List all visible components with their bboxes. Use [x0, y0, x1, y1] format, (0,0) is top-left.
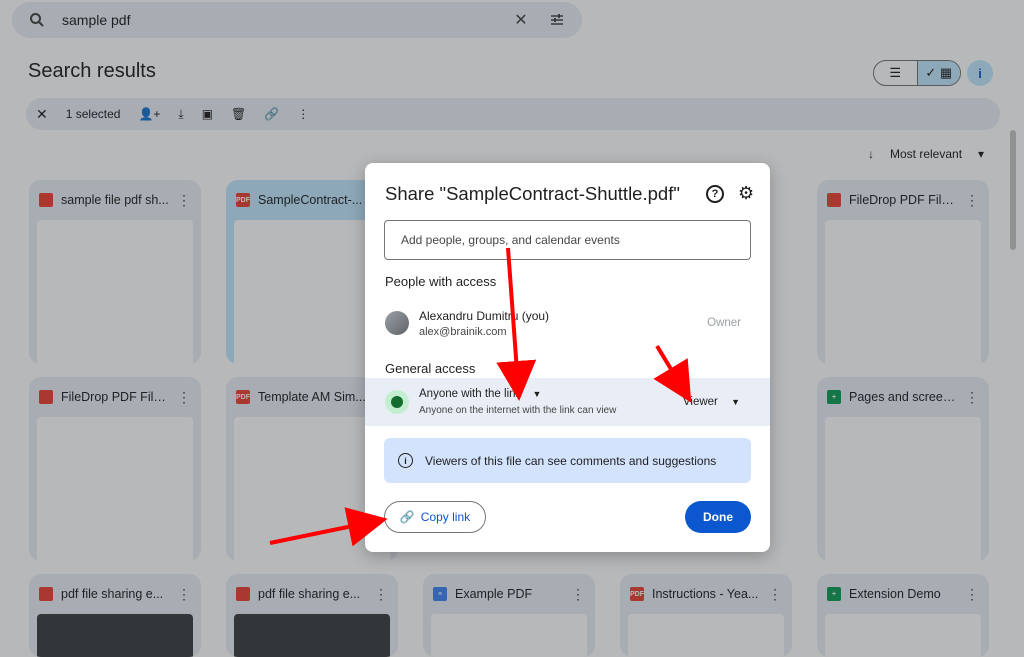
access-scope-dropdown[interactable]: Anyone with the link ▼	[419, 388, 616, 400]
chevron-down-icon: ▼	[731, 397, 740, 407]
info-text: Viewers of this file can see comments an…	[425, 453, 717, 468]
share-dialog: Share "SampleContract-Shuttle.pdf" ? ⚙ A…	[365, 163, 770, 552]
copy-link-button[interactable]: 🔗 Copy link	[384, 501, 486, 533]
person-row: Alexandru Dumitru (you) alex@brainik.com…	[385, 305, 751, 341]
done-button[interactable]: Done	[685, 501, 751, 533]
avatar	[385, 311, 409, 335]
person-name: Alexandru Dumitru (you)	[419, 308, 550, 323]
info-icon: i	[398, 453, 413, 468]
help-icon[interactable]: ?	[706, 185, 724, 203]
general-access-row: Anyone with the link ▼ Anyone on the int…	[365, 378, 770, 426]
access-role-label[interactable]: Viewer	[683, 396, 718, 408]
globe-icon	[385, 390, 409, 414]
info-banner: i Viewers of this file can see comments …	[384, 438, 751, 483]
access-role-dropdown[interactable]: Viewer ▼	[683, 396, 740, 408]
add-people-input[interactable]: Add people, groups, and calendar events	[384, 220, 751, 260]
access-scope-label[interactable]: Anyone with the link	[419, 388, 521, 400]
gear-icon[interactable]: ⚙	[738, 183, 754, 204]
link-icon: 🔗	[399, 510, 415, 524]
general-access-heading: General access	[385, 361, 476, 376]
copy-link-label: Copy link	[420, 510, 471, 524]
dialog-title: Share "SampleContract-Shuttle.pdf"	[385, 183, 680, 204]
person-email: alex@brainik.com	[419, 325, 507, 338]
chevron-down-icon: ▼	[532, 389, 542, 399]
access-description: Anyone on the internet with the link can…	[419, 405, 617, 416]
person-role: Owner	[707, 317, 741, 329]
people-access-heading: People with access	[385, 274, 497, 289]
